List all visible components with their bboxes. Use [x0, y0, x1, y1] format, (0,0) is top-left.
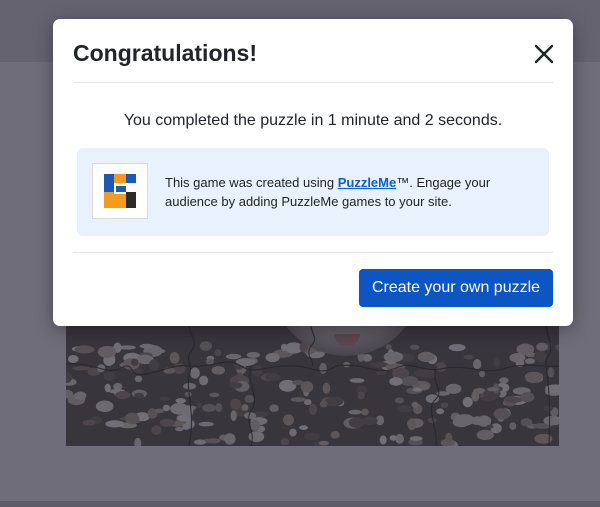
close-button[interactable]	[531, 41, 557, 67]
promo-text-before: This game was created using	[165, 175, 338, 190]
header-divider	[73, 82, 553, 83]
close-icon	[534, 44, 554, 64]
puzzleme-logo-icon	[104, 174, 136, 208]
dialog-title: Congratulations!	[73, 40, 257, 66]
puzzleme-promo-box: This game was created using PuzzleMe™. E…	[77, 148, 549, 236]
dialog-header: Congratulations!	[53, 19, 573, 82]
footer-divider	[73, 252, 553, 253]
create-your-own-puzzle-button[interactable]: Create your own puzzle	[359, 269, 553, 307]
puzzle-page: Congratulations! You completed the puzzl…	[0, 0, 600, 507]
completion-message: You completed the puzzle in 1 minute and…	[123, 112, 503, 129]
puzzleme-link[interactable]: PuzzleMe	[338, 175, 397, 190]
congratulations-dialog: Congratulations! You completed the puzzl…	[53, 19, 573, 326]
promo-text: This game was created using PuzzleMe™. E…	[165, 173, 535, 211]
puzzleme-logo	[92, 163, 148, 219]
